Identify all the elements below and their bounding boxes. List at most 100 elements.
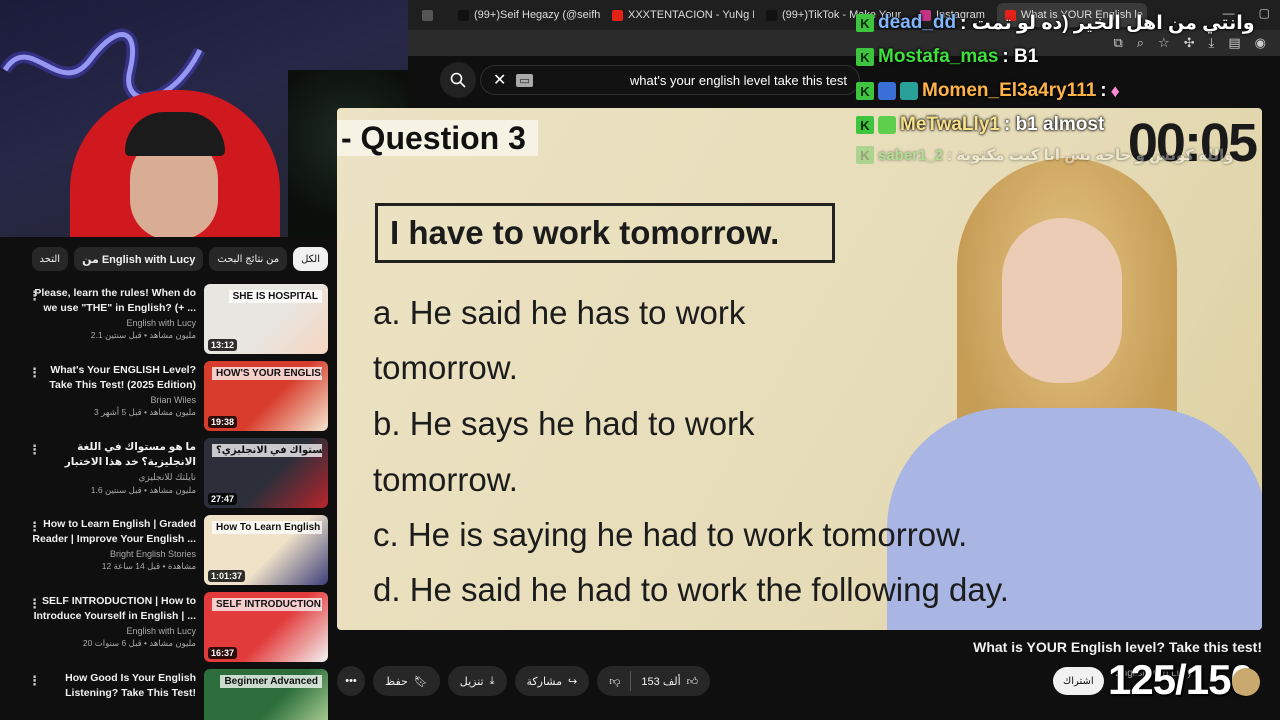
recommendation-info: How to Learn English | Graded Reader | I… (28, 515, 196, 592)
recommendation-item[interactable]: ⋮ What's Your ENGLISH Level? Take This T… (22, 361, 328, 438)
recommendation-title: SELF INTRODUCTION | How to Introduce You… (33, 595, 196, 622)
recommendation-thumbnail[interactable]: HOW'S YOUR ENGLISH? 19:38 (204, 361, 328, 431)
recommendation-thumbnail[interactable]: SELF INTRODUCTION 16:37 (204, 592, 328, 662)
divider (630, 671, 632, 691)
recommendation-title: Please, learn the rules! When do we use … (34, 287, 196, 314)
recommendation-item[interactable]: ⋮ SELF INTRODUCTION | How to Introduce Y… (22, 592, 328, 669)
recommendation-meta: 2.1 مليون مشاهد • قبل سنتين (90, 330, 196, 340)
channel-avatar[interactable] (1232, 668, 1260, 696)
recommendation-channel[interactable]: English with Lucy (28, 318, 196, 328)
recommendation-info: How Good Is Your English Listening? Take… (28, 669, 196, 720)
browser-tab[interactable] (414, 3, 446, 27)
subscribe-button[interactable]: اشتراك (1053, 667, 1104, 695)
filter-chips: الكل من نتائج البحث من English with Lucy ال… (28, 247, 328, 271)
quiz-sentence: I have to work tomorrow. (375, 203, 835, 263)
option-c: c. He is saying he had to work tomorrow. (373, 516, 968, 553)
recommendation-info: ما هو مستواك في اللغة الانجليزية؟ خد هذا… (28, 438, 196, 515)
recommendation-item[interactable]: ⋮ Please, learn the rules! When do we us… (22, 284, 328, 361)
video-duration: 19:38 (208, 416, 238, 428)
video-duration: 27:47 (208, 493, 238, 505)
filter-chip[interactable]: من نتائج البحث (209, 247, 288, 271)
thumbnail-text: SHE IS HOSPITAL (228, 290, 322, 303)
recommendation-thumbnail[interactable]: Beginner Advanced (204, 669, 328, 720)
more-vert-icon[interactable]: ⋮ (28, 288, 41, 304)
recommendation-item[interactable]: ⋮ How to Learn English | Graded Reader |… (22, 515, 328, 602)
sub-badge-icon (878, 82, 896, 100)
recommendation-channel[interactable]: Bright English Stories (28, 549, 196, 559)
filter-chip[interactable]: من English with Lucy (74, 247, 204, 271)
save-label: حفظ (385, 675, 408, 688)
filter-chip[interactable]: التحد (31, 247, 69, 271)
chat-username: dead_dd (878, 12, 957, 33)
option-a-line1: a. He said he has to work (373, 294, 746, 331)
dislike-icon[interactable]: 👎︎ (609, 675, 620, 688)
recommendation-item[interactable]: ⋮ ما هو مستواك في اللغة الانجليزية؟ خد ه… (22, 438, 328, 515)
more-actions-button[interactable]: ••• (337, 666, 365, 696)
recommendation-channel[interactable]: English with Lucy (28, 626, 196, 636)
chat-username: MeTwaLly1 (900, 114, 1000, 135)
chat-message: K saber1_2 : والله كويس و حاجه بس انا كن… (856, 142, 1276, 168)
video-title: What is YOUR English level? Take this te… (973, 639, 1262, 655)
option-b-line1: b. He says he had to work (373, 405, 755, 442)
chat-text: : B1 (1002, 46, 1039, 67)
more-vert-icon[interactable]: ⋮ (28, 365, 41, 381)
recommendations-list: ⋮ Please, learn the rules! When do we us… (22, 284, 328, 720)
recommendation-info: Please, learn the rules! When do we use … (28, 284, 196, 361)
chat-text: : والله كويس و حاجه بس انا كنت مكتوبة (947, 147, 1234, 164)
recommendation-title: What's Your ENGLISH Level? Take This Tes… (49, 364, 196, 391)
chat-text: : (1100, 80, 1107, 101)
option-b-line2: tomorrow. (373, 461, 518, 498)
recommendation-thumbnail[interactable]: SHE IS HOSPITAL 13:12 (204, 284, 328, 354)
option-d: d. He said he had to work the following … (373, 571, 1009, 608)
recommendation-meta: 12 مشاهدة • قبل 14 ساعة (101, 561, 196, 571)
more-vert-icon[interactable]: ⋮ (28, 442, 41, 458)
presenter-face (1002, 218, 1122, 383)
more-vert-icon[interactable]: ⋮ (28, 519, 41, 535)
tab-favicon-icon (766, 9, 777, 21)
share-label: مشاركة (526, 675, 563, 688)
gem-emote-icon: ♦ (1110, 80, 1120, 101)
thumbnail-text: How To Learn English (212, 521, 322, 534)
recommendation-thumbnail[interactable]: How To Learn English 1:01:37 (204, 515, 328, 585)
chat-message: K MeTwaLly1 : b1 almost (856, 108, 1276, 142)
tab-label: XXXTENTACION - YuNg B (628, 9, 754, 21)
chat-text: : b1 almost (1003, 114, 1105, 135)
question-label: - Question 3 (337, 120, 538, 156)
save-button[interactable]: حفظ 🔖︎ (373, 666, 440, 696)
search-query-text: what's your english level take this test (629, 72, 847, 88)
recommendation-channel[interactable]: نايلتك للانجليزي (28, 472, 196, 483)
presenter (887, 138, 1262, 630)
clear-search-icon[interactable]: ✕ (493, 70, 506, 90)
more-vert-icon[interactable]: ⋮ (28, 673, 41, 689)
share-icon: ↪ (568, 675, 578, 688)
chat-username: saber1_2 (878, 146, 944, 164)
like-icon[interactable]: 👍︎ (687, 675, 699, 688)
search-button[interactable] (440, 62, 476, 98)
download-button[interactable]: تنزيل ⤓ (447, 666, 507, 696)
chat-overlay: K dead_dd : وانتي من اهل الخير (ده لو تم… (856, 6, 1276, 168)
tab-favicon-icon (458, 9, 469, 21)
video-player[interactable]: - Question 3 I have to work tomorrow. a.… (337, 108, 1262, 630)
download-label: تنزيل (459, 675, 484, 688)
chat-message: K Mostafa_mas : B1 (856, 40, 1276, 74)
recommendation-thumbnail[interactable]: ما هو مستواك في الانجليزي؟ 27:47 (204, 438, 328, 508)
video-actions: ••• حفظ 🔖︎ تنزيل ⤓ مشاركة ↪ 👎︎ 153 ألف 👍… (337, 666, 1057, 696)
browser-tab[interactable]: XXXTENTACION - YuNg B (604, 3, 754, 27)
recommendation-item[interactable]: ⋮ How Good Is Your English Listening? Ta… (22, 669, 328, 720)
diamond-badge-icon (878, 116, 896, 134)
browser-tab[interactable]: (99+)Seif Hegazy (@seifh (450, 3, 600, 27)
filter-chip[interactable]: الكل (293, 247, 328, 271)
video-duration: 1:01:37 (208, 570, 246, 582)
keyboard-icon[interactable]: ▭ (516, 73, 533, 87)
like-dislike-group: 👎︎ 153 ألف 👍︎ (597, 666, 711, 696)
kick-badge-icon: K (856, 14, 874, 32)
kick-badge-icon: K (856, 48, 874, 66)
more-vert-icon[interactable]: ⋮ (28, 596, 41, 612)
recommendation-title: How to Learn English | Graded Reader | I… (32, 518, 196, 545)
share-button[interactable]: مشاركة ↪ (514, 666, 590, 696)
recommendation-meta: 1.6 مليون مشاهد • قبل سنتين (90, 485, 196, 495)
search-input[interactable]: ✕ ▭ what's your english level take this … (480, 65, 860, 95)
chat-username: Mostafa_mas (878, 46, 999, 67)
recommendation-channel[interactable]: Brian Wiles (28, 395, 196, 405)
download-icon: ⤓ (489, 674, 495, 687)
